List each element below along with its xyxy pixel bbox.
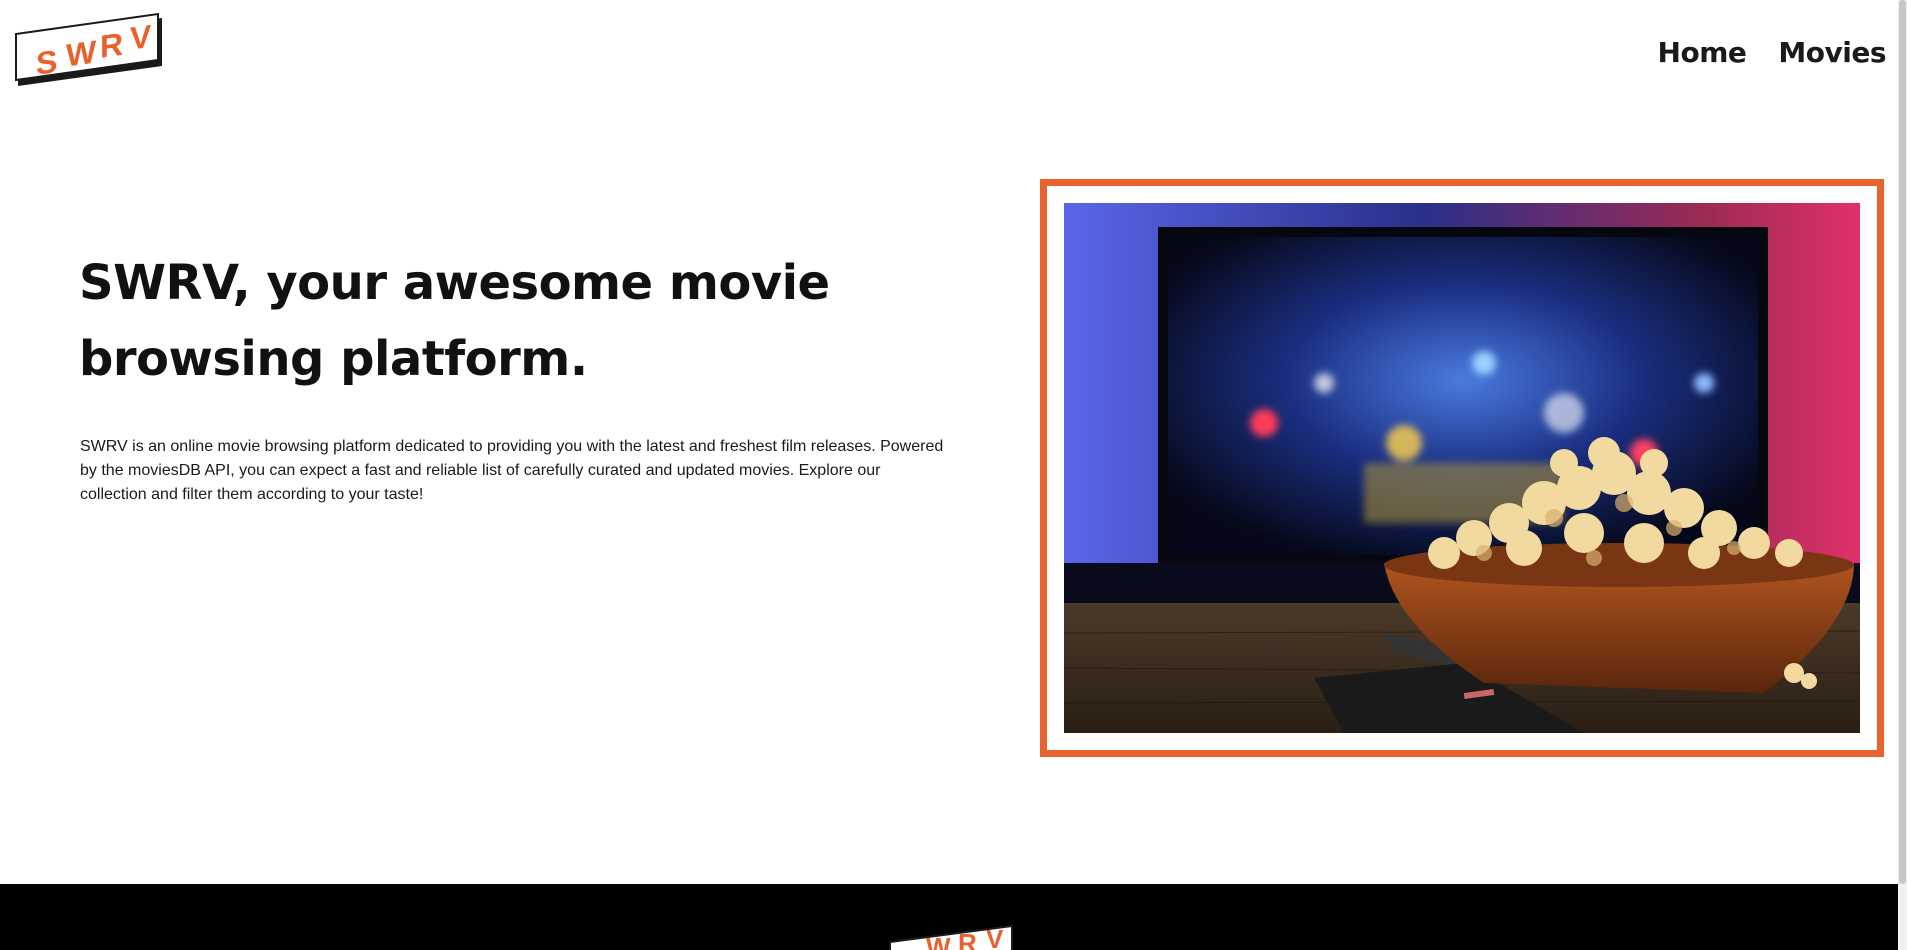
svg-text:V: V (130, 18, 152, 57)
page-scrollbar[interactable] (1898, 0, 1907, 950)
svg-text:W: W (66, 33, 97, 73)
svg-text:S: S (36, 43, 57, 82)
hero-image-frame (1040, 179, 1884, 757)
nav-home-link[interactable]: Home (1658, 36, 1747, 69)
hero-description: SWRV is an online movie browsing platfor… (80, 438, 944, 503)
page: S W R V Home Movies SWRV, your awesome m… (0, 0, 1907, 950)
hero-title: SWRV, your awesome movie browsing platfo… (79, 255, 830, 387)
swrv-logo[interactable]: S W R V (14, 12, 166, 88)
svg-text:R: R (100, 26, 123, 65)
site-header: S W R V Home Movies (0, 0, 1907, 110)
svg-text:R: R (958, 928, 977, 950)
popcorn-tv-photo (1064, 203, 1860, 733)
logo-graphic: S W R V (15, 12, 162, 86)
site-footer: W R V (0, 884, 1898, 950)
svg-text:V: V (986, 924, 1004, 950)
footer-swrv-logo[interactable]: W R V (888, 924, 1018, 950)
svg-text:W: W (926, 932, 951, 950)
scrollbar-thumb[interactable] (1899, 0, 1906, 884)
nav-movies-link[interactable]: Movies (1778, 36, 1886, 69)
footer-logo-graphic: W R V (889, 924, 1013, 950)
main-nav: Home Movies (1658, 36, 1887, 69)
